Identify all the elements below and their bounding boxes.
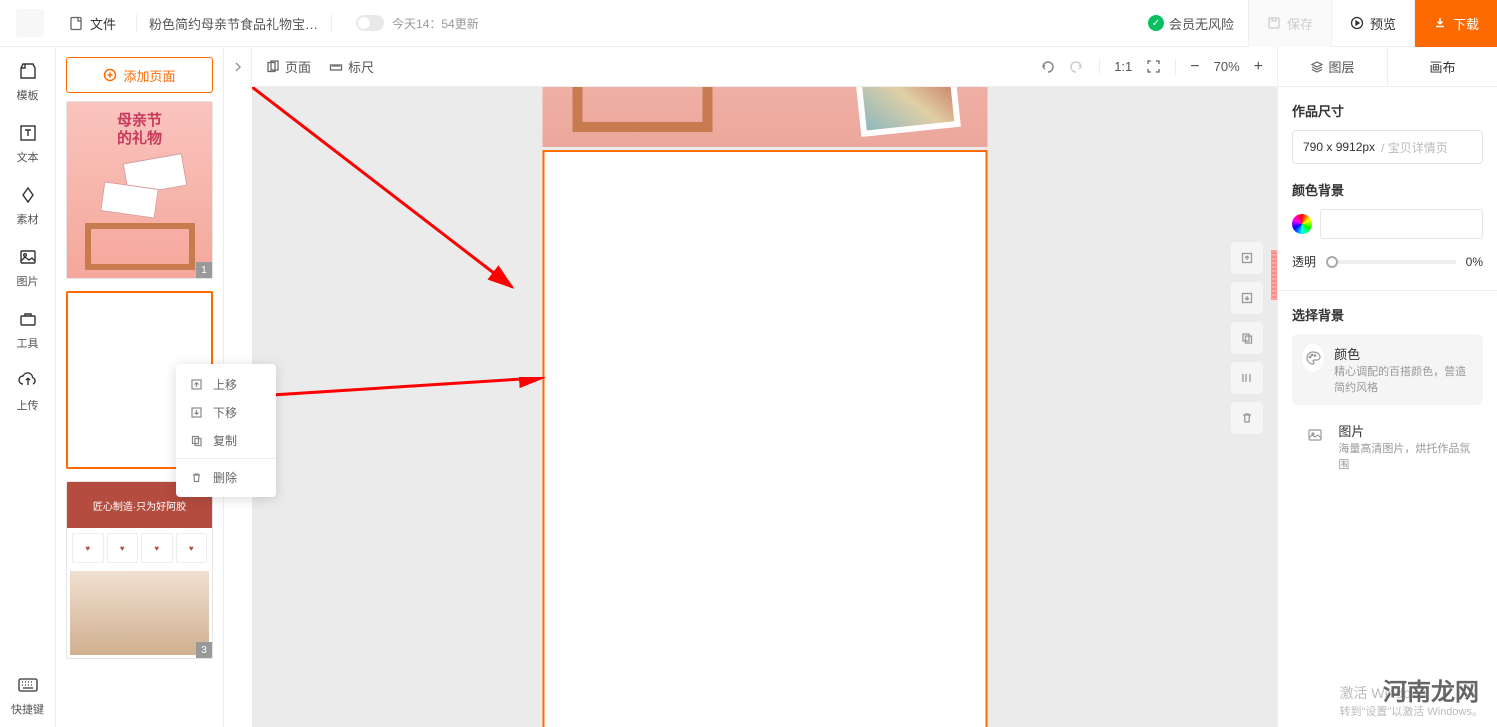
- canvas-tab[interactable]: 画布: [1388, 47, 1497, 86]
- ctx-delete[interactable]: 删除: [176, 463, 276, 491]
- ctx-move-up[interactable]: 上移: [176, 370, 276, 398]
- save-icon: [1267, 16, 1281, 30]
- copy-button[interactable]: [1231, 322, 1263, 354]
- color-wheel-icon[interactable]: [1292, 214, 1312, 234]
- left-nav: 模板 文本 素材 图片 工具 上传 快捷键: [0, 47, 56, 727]
- windows-activate-notice: 激活 Windows 转到"设置"以激活 Windows。: [1340, 683, 1484, 719]
- palette-icon: [1302, 344, 1324, 372]
- right-tabs: 图层 画布: [1277, 47, 1497, 87]
- nav-tools[interactable]: 工具: [8, 307, 48, 351]
- bg-option-color[interactable]: 颜色 精心调配的百搭颜色，营造简约风格: [1292, 334, 1483, 405]
- zoom-percent[interactable]: 70%: [1214, 59, 1240, 74]
- ctx-move-down[interactable]: 下移: [176, 398, 276, 426]
- bgcolor-heading: 颜色背景: [1292, 180, 1483, 199]
- zoom-in-button[interactable]: +: [1254, 58, 1263, 76]
- undo-icon[interactable]: [1039, 59, 1055, 75]
- nav-image[interactable]: 图片: [8, 245, 48, 289]
- blank-page[interactable]: [542, 150, 987, 727]
- risk-label: 会员无风险: [1169, 14, 1234, 33]
- canvas-toolbar: 页面 标尺 1:1 − 70% +: [252, 47, 1277, 87]
- select-bg-heading: 选择背景: [1292, 305, 1483, 324]
- move-up-button[interactable]: [1231, 242, 1263, 274]
- color-input[interactable]: [1320, 209, 1483, 239]
- toolbox-icon: [16, 307, 40, 331]
- keyboard-icon: [16, 673, 40, 697]
- checkmark-icon: ✓: [1148, 15, 1164, 31]
- nav-shortcuts[interactable]: 快捷键: [8, 673, 48, 717]
- canvas-size-input[interactable]: 790 x 9912px / 宝贝详情页: [1292, 130, 1483, 164]
- chevron-right-icon: [233, 61, 243, 73]
- nav-elements[interactable]: 素材: [8, 183, 48, 227]
- align-button[interactable]: [1231, 362, 1263, 394]
- trash-icon: [190, 471, 203, 484]
- layers-icon: [1310, 60, 1324, 74]
- file-menu-label: 文件: [90, 14, 116, 33]
- zoom-ratio-button[interactable]: 1:1: [1114, 59, 1132, 74]
- file-icon: [68, 15, 84, 31]
- delete-button[interactable]: [1231, 402, 1263, 434]
- canvas-area[interactable]: [252, 87, 1277, 727]
- last-updated-text: 今天14：54更新: [392, 15, 479, 32]
- page-thumbnail-3[interactable]: 匠心制造·只为好阿胶 ♥♥♥♥ 3: [66, 481, 213, 659]
- opacity-label: 透明: [1292, 253, 1316, 270]
- layer-tab[interactable]: 图层: [1278, 47, 1388, 86]
- page-thumbnail-1[interactable]: 母亲节的礼物 1: [66, 101, 213, 279]
- page-tool[interactable]: 页面: [266, 57, 311, 76]
- text-icon: [16, 121, 40, 145]
- ctx-copy[interactable]: 复制: [176, 426, 276, 454]
- document-title[interactable]: 粉色简约母亲节食品礼物宝贝...: [149, 14, 319, 33]
- page-render[interactable]: [542, 87, 987, 727]
- fit-screen-icon[interactable]: [1146, 59, 1161, 74]
- autosave-toggle[interactable]: [356, 15, 384, 31]
- zoom-out-button[interactable]: −: [1190, 58, 1199, 76]
- bg-option-image[interactable]: 图片 海量高清图片，烘托作品氛围: [1292, 411, 1483, 482]
- properties-panel: 作品尺寸 790 x 9912px / 宝贝详情页 颜色背景 透明 0% 选择背…: [1277, 87, 1497, 727]
- move-down-button[interactable]: [1231, 282, 1263, 314]
- thumb-title: 母亲节的礼物: [117, 112, 162, 148]
- save-button: 保存: [1248, 0, 1331, 47]
- collapse-panel-button[interactable]: [224, 47, 252, 87]
- template-icon: [16, 59, 40, 83]
- app-header: 文件 粉色简约母亲节食品礼物宝贝... 今天14：54更新 ✓ 会员无风险 保存…: [0, 0, 1497, 47]
- copy-icon: [190, 434, 203, 447]
- nav-upload[interactable]: 上传: [8, 369, 48, 413]
- image-icon: [16, 245, 40, 269]
- add-page-button[interactable]: 添加页面: [66, 57, 213, 93]
- page-quick-actions: [1231, 242, 1263, 434]
- nav-template[interactable]: 模板: [8, 59, 48, 103]
- ruler-tool[interactable]: 标尺: [329, 57, 374, 76]
- elements-icon: [16, 183, 40, 207]
- arrow-up-box-icon: [190, 378, 203, 391]
- logo: [16, 9, 44, 37]
- opacity-value: 0%: [1466, 255, 1483, 269]
- page-context-menu: 上移 下移 复制 删除: [176, 364, 276, 497]
- divider: [136, 14, 137, 32]
- download-icon: [1433, 16, 1447, 30]
- size-heading: 作品尺寸: [1292, 101, 1483, 120]
- image-icon: [1302, 421, 1328, 449]
- divider: [331, 14, 332, 32]
- redo-icon[interactable]: [1069, 59, 1085, 75]
- cloud-upload-icon: [16, 369, 40, 393]
- opacity-slider[interactable]: [1326, 260, 1456, 264]
- page-icon: [266, 60, 280, 74]
- play-circle-icon: [1350, 16, 1364, 30]
- ruler-icon: [329, 60, 343, 74]
- download-button[interactable]: 下载: [1414, 0, 1497, 47]
- preview-button[interactable]: 预览: [1331, 0, 1414, 47]
- arrow-down-box-icon: [190, 406, 203, 419]
- member-risk-badge[interactable]: ✓ 会员无风险: [1148, 14, 1234, 33]
- plus-circle-icon: [103, 68, 117, 82]
- nav-text[interactable]: 文本: [8, 121, 48, 165]
- file-menu-button[interactable]: 文件: [60, 10, 124, 37]
